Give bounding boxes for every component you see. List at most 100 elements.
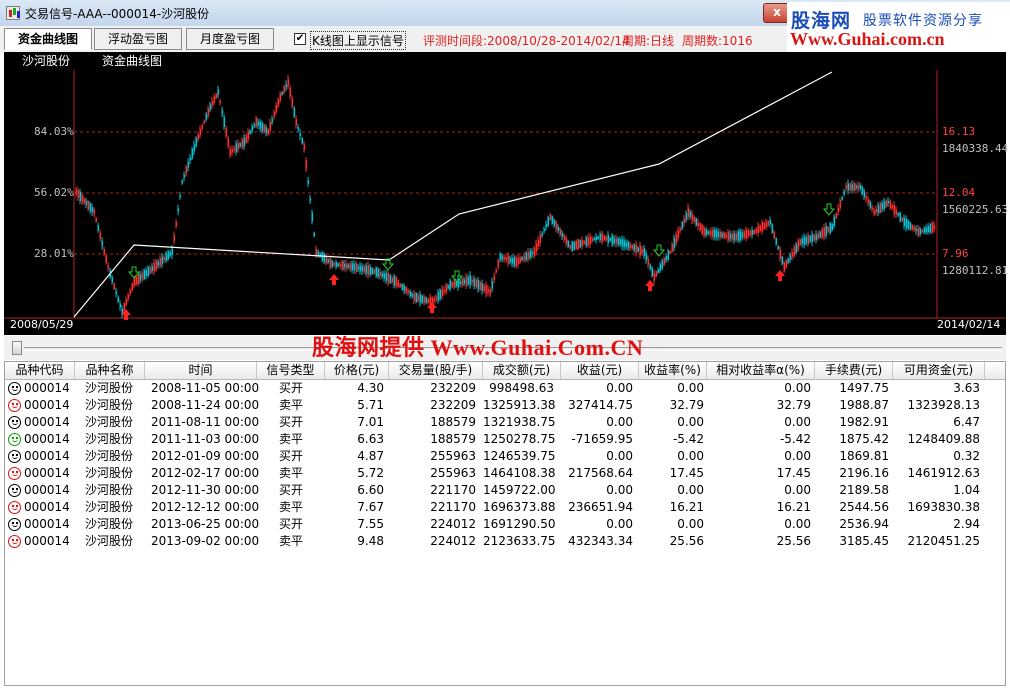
candle-body xyxy=(577,239,580,249)
candle-body xyxy=(721,233,724,237)
candle-body xyxy=(547,216,550,226)
header-col-alpha[interactable]: 相对收益率α(%) xyxy=(707,362,815,379)
candle-body xyxy=(645,253,648,261)
candle-body xyxy=(903,218,906,226)
table-row[interactable]: 000014 沙河股份 2011-11-03 00:00 卖平 6.63 188579 12… xyxy=(5,431,1005,448)
candle-body xyxy=(395,277,398,287)
table-row[interactable]: 000014 沙河股份 2008-11-05 00:00 买开 4.30 232209 99… xyxy=(5,380,1005,397)
candle-body xyxy=(397,280,400,287)
header-col-cash[interactable]: 可用资金(元) xyxy=(893,362,985,379)
candle-body xyxy=(333,263,336,266)
candle-body xyxy=(173,234,176,242)
candle-body xyxy=(499,253,502,261)
table-row[interactable]: 000014 沙河股份 2011-08-11 00:00 买开 7.01 188579 13… xyxy=(5,414,1005,431)
buy-arrow-icon xyxy=(329,274,339,285)
tab-equity-curve[interactable]: 资金曲线图 xyxy=(4,28,92,50)
candle-body xyxy=(563,236,566,240)
candle-body xyxy=(801,238,804,245)
candle-body xyxy=(349,263,352,270)
candle-body xyxy=(775,238,778,245)
cell-amount: 1325913.38 xyxy=(483,398,556,412)
tab-floating-pnl[interactable]: 浮动盈亏图 xyxy=(94,28,182,50)
header-col-rate[interactable]: 收益率(%) xyxy=(639,362,707,379)
header-col-volume[interactable]: 交易量(股/手) xyxy=(389,362,483,379)
candle-body xyxy=(753,230,756,234)
candle-body xyxy=(679,228,682,231)
cell-amount: 1696373.88 xyxy=(483,500,556,514)
table-row[interactable]: 000014 沙河股份 2012-12-12 00:00 卖平 7.67 221170 16… xyxy=(5,499,1005,516)
trade-table: 品种代码 品种名称 时间 信号类型 价格(元) 交易量(股/手) 成交额(元) 收益(元) 收益… xyxy=(4,361,1006,686)
header-col-time[interactable]: 时间 xyxy=(145,362,257,379)
candle-body xyxy=(885,200,888,207)
cell-time: 2011-08-11 00:00 xyxy=(151,415,260,429)
table-row[interactable]: 000014 沙河股份 2012-02-17 00:00 卖平 5.72 255963 14… xyxy=(5,465,1005,482)
candle-body xyxy=(581,239,584,247)
watermark-text: 股海网提供 Www.Guhai.Com.CN xyxy=(312,335,644,360)
candle-body xyxy=(543,228,546,232)
candle-body xyxy=(297,127,300,130)
cell-time: 2008-11-24 00:00 xyxy=(151,398,260,412)
cell-profit: 0.00 xyxy=(606,449,633,463)
show-signal-checkbox[interactable]: ✔ xyxy=(294,33,306,45)
table-row[interactable]: 000014 沙河股份 2012-01-09 00:00 买开 4.87 255963 12… xyxy=(5,448,1005,465)
candle-body xyxy=(381,273,384,277)
candle-body xyxy=(83,199,86,203)
candle-body xyxy=(237,143,240,150)
cell-time: 2012-01-09 00:00 xyxy=(151,449,260,463)
candle-body xyxy=(765,221,768,228)
candle-body xyxy=(611,235,614,245)
candle-body xyxy=(677,230,680,239)
right-capital-label: 1560225.63 xyxy=(942,203,1009,216)
cell-rate: 0.00 xyxy=(677,381,704,395)
candle-body xyxy=(117,296,120,302)
table-row[interactable]: 000014 沙河股份 2008-11-24 00:00 卖平 5.71 232209 13… xyxy=(5,397,1005,414)
candle-body xyxy=(541,233,544,236)
cell-volume: 255963 xyxy=(430,466,476,480)
candle-body xyxy=(873,209,876,215)
candle-body xyxy=(649,264,652,270)
candle-body xyxy=(295,119,298,125)
scroll-handle[interactable] xyxy=(12,341,22,355)
candle-body xyxy=(413,293,416,301)
candle-body xyxy=(755,228,758,234)
candle-body xyxy=(697,222,700,227)
candle-body xyxy=(151,266,154,271)
header-col-signal-type[interactable]: 信号类型 xyxy=(257,362,325,379)
cell-alpha: 32.79 xyxy=(776,398,811,412)
candle-body xyxy=(663,258,666,265)
candle-body xyxy=(271,118,274,123)
header-col-profit[interactable]: 收益(元) xyxy=(561,362,639,379)
candle-body xyxy=(727,231,730,241)
candle-body xyxy=(77,190,80,198)
candle-body xyxy=(339,263,342,267)
header-col-amount[interactable]: 成交额(元) xyxy=(483,362,561,379)
candle-body xyxy=(375,267,378,277)
header-col-price[interactable]: 价格(元) xyxy=(325,362,389,379)
candle-body xyxy=(741,232,744,238)
cell-volume: 232209 xyxy=(430,381,476,395)
table-row[interactable]: 000014 沙河股份 2012-11-30 00:00 买开 6.60 221170 14… xyxy=(5,482,1005,499)
candle-body xyxy=(229,148,232,156)
right-price-label: 12.04 xyxy=(942,186,976,199)
candle-body xyxy=(97,225,100,231)
candle-body xyxy=(533,247,536,257)
header-col-name[interactable]: 品种名称 xyxy=(75,362,145,379)
table-row[interactable]: 000014 沙河股份 2013-06-25 00:00 买开 7.55 224012 16… xyxy=(5,516,1005,533)
header-col-code[interactable]: 品种代码 xyxy=(5,362,75,379)
candle-body xyxy=(823,227,826,237)
candle-body xyxy=(209,104,212,110)
candle-body xyxy=(821,228,824,238)
candle-body xyxy=(219,100,222,104)
candle-body xyxy=(289,88,292,96)
candle-body xyxy=(199,128,202,136)
cell-code: 000014 xyxy=(24,517,70,531)
candle-body xyxy=(263,125,266,133)
show-signal-label[interactable]: K线图上显示信号 xyxy=(310,31,406,50)
table-row[interactable]: 000014 沙河股份 2013-09-02 00:00 卖平 9.48 224012 21… xyxy=(5,533,1005,550)
cell-volume: 224012 xyxy=(430,517,476,531)
candle-body xyxy=(809,236,812,242)
header-col-fee[interactable]: 手续费(元) xyxy=(815,362,893,379)
candle-body xyxy=(387,273,390,283)
cell-fee: 1982.91 xyxy=(839,415,889,429)
tab-monthly-pnl[interactable]: 月度盈亏图 xyxy=(186,28,274,50)
